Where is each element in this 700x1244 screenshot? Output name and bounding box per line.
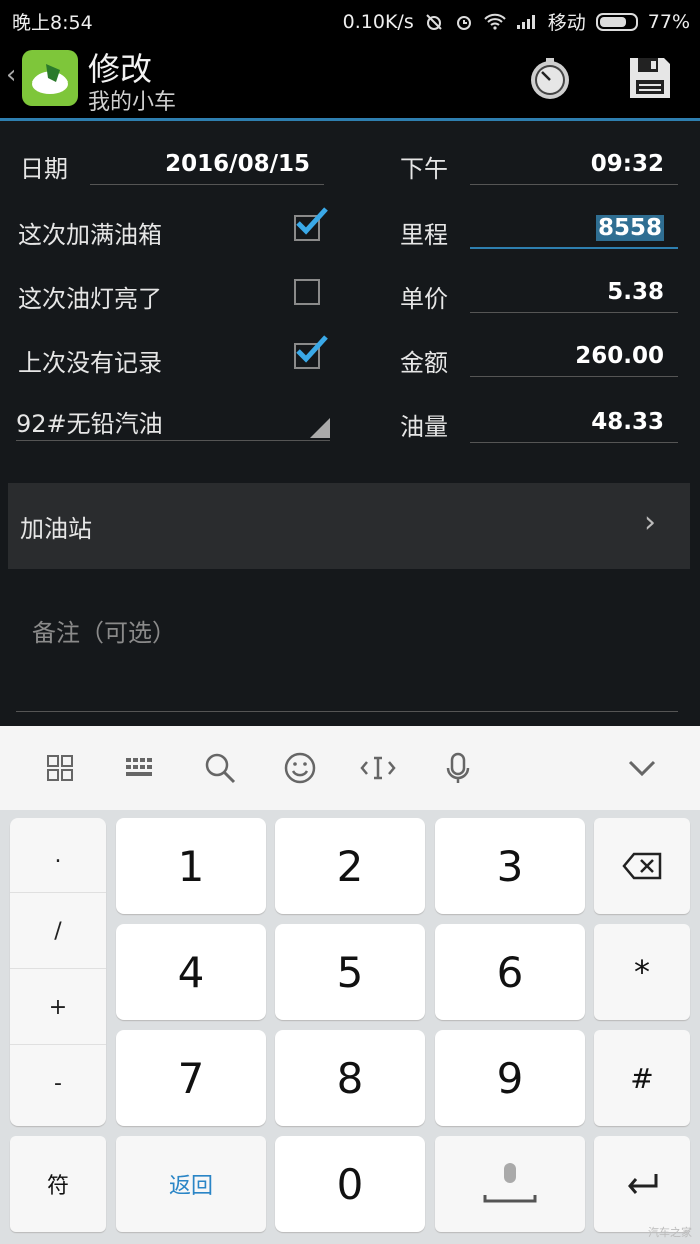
chevron-right-icon: › — [644, 505, 656, 540]
volume-field[interactable]: 48.33 — [470, 403, 678, 443]
mic-icon[interactable] — [438, 748, 478, 788]
amount-field[interactable]: 260.00 — [470, 337, 678, 377]
key-minus[interactable]: - — [10, 1046, 106, 1121]
refuel-form: 日期 2016/08/15 下午 09:32 这次加满油箱 里程 8558 这次… — [0, 121, 700, 726]
warning-light-checkbox[interactable] — [294, 279, 320, 305]
ampm-label: 下午 — [400, 155, 448, 183]
wifi-icon — [484, 13, 506, 30]
app-bar: ‹ 修改 我的小车 — [0, 38, 700, 121]
key-5[interactable]: 5 — [275, 924, 425, 1020]
collapse-icon[interactable] — [622, 748, 662, 788]
mileage-label: 里程 — [400, 221, 448, 249]
key-9[interactable]: 9 — [435, 1030, 585, 1126]
battery-percent: 77% — [647, 10, 690, 33]
mileage-value: 8558 — [595, 215, 664, 241]
save-icon[interactable] — [626, 54, 674, 102]
mic-icon — [483, 1163, 537, 1203]
app-logo[interactable] — [22, 50, 78, 106]
watermark: 汽车之家 — [648, 1226, 692, 1239]
price-label: 单价 — [400, 285, 448, 313]
key-plus[interactable]: + — [10, 970, 106, 1045]
key-0[interactable]: 0 — [275, 1136, 425, 1232]
grid-icon[interactable] — [40, 748, 80, 788]
symbol-column: . / + - — [10, 818, 106, 1126]
full-tank-checkbox[interactable] — [294, 207, 328, 241]
fuel-nozzle-icon — [32, 64, 68, 94]
enter-icon — [628, 1174, 658, 1194]
key-4[interactable]: 4 — [116, 924, 266, 1020]
enter-key[interactable] — [594, 1136, 690, 1232]
carrier: 移动 — [547, 12, 586, 34]
key-1[interactable]: 1 — [116, 818, 266, 914]
timer-icon[interactable] — [526, 54, 574, 102]
key-star[interactable]: * — [594, 924, 690, 1020]
time-field[interactable]: 09:32 — [470, 145, 678, 185]
status-time: 晚上8:54 — [12, 12, 93, 34]
status-right: 0.10K/s 移动 77% — [343, 8, 690, 35]
return-key[interactable]: 返回 — [116, 1136, 266, 1232]
key-2[interactable]: 2 — [275, 818, 425, 914]
volume-label: 油量 — [400, 413, 448, 441]
battery-fill — [599, 16, 626, 27]
amount-label: 金额 — [400, 349, 448, 377]
spinner-corner-icon — [310, 418, 330, 438]
date-field[interactable]: 2016/08/15 — [90, 145, 324, 185]
back-icon[interactable]: ‹ — [6, 60, 16, 90]
signal-icon — [516, 14, 535, 29]
key-dot[interactable]: . — [10, 818, 106, 893]
price-field[interactable]: 5.38 — [470, 273, 678, 313]
note-placeholder: 备注（可选） — [32, 619, 176, 647]
gas-station-label: 加油站 — [20, 515, 92, 543]
key-7[interactable]: 7 — [116, 1030, 266, 1126]
key-hash[interactable]: # — [594, 1030, 690, 1126]
numeric-keyboard: . / + - 1 2 3 4 5 6 * 7 8 9 # 符 返回 0 — [0, 810, 700, 1244]
check-icon — [296, 335, 328, 363]
emoji-icon[interactable] — [280, 748, 320, 788]
backspace-key[interactable] — [594, 818, 690, 914]
status-bar: 晚上8:54 0.10K/s 移动 77% — [0, 0, 700, 38]
no-last-record-checkbox[interactable] — [294, 335, 328, 369]
network-speed: 0.10K/s — [342, 10, 414, 33]
gas-station-row[interactable]: 加油站 › — [8, 483, 690, 569]
key-8[interactable]: 8 — [275, 1030, 425, 1126]
key-3[interactable]: 3 — [435, 818, 585, 914]
warning-light-label: 这次油灯亮了 — [18, 285, 162, 313]
search-icon[interactable] — [200, 748, 240, 788]
note-input[interactable]: 备注（可选） — [16, 589, 678, 712]
fuel-type-value: 92#无铅汽油 — [16, 410, 163, 438]
full-tank-label: 这次加满油箱 — [18, 221, 162, 249]
page-subtitle: 我的小车 — [88, 90, 177, 115]
no-last-record-label: 上次没有记录 — [18, 349, 162, 377]
check-icon — [296, 207, 328, 235]
key-slash[interactable]: / — [10, 894, 106, 969]
cursor-icon[interactable] — [358, 748, 398, 788]
symbols-key[interactable]: 符 — [10, 1136, 106, 1232]
alarm-off-icon — [426, 13, 442, 30]
battery-icon — [595, 12, 638, 31]
fuel-type-spinner[interactable]: 92#无铅汽油 — [16, 398, 330, 441]
keyboard-icon[interactable] — [120, 748, 160, 788]
mileage-field[interactable]: 8558 — [470, 209, 678, 249]
voice-key[interactable] — [435, 1136, 585, 1232]
key-6[interactable]: 6 — [435, 924, 585, 1020]
keyboard-toolbar — [0, 726, 700, 811]
date-label: 日期 — [20, 155, 68, 183]
alarm-icon — [456, 15, 471, 30]
backspace-icon — [622, 852, 662, 880]
